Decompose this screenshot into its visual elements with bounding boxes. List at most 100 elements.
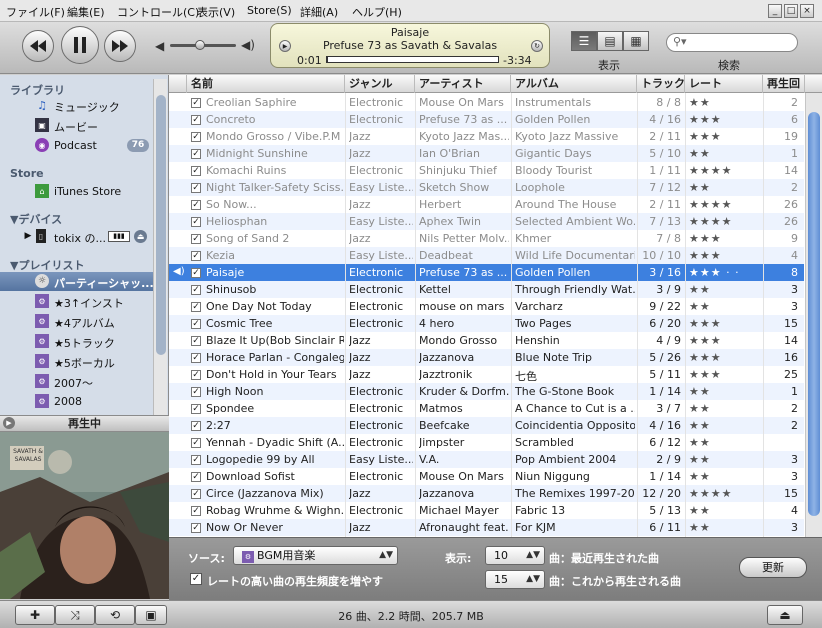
menu-help[interactable]: ヘルプ(H) [352,4,402,20]
table-row[interactable]: ✓ 2:27 Electronic Beefcake Coincidentia Oppo… [169,417,804,434]
track-checkbox[interactable]: ✓ [191,353,201,363]
view-list-button[interactable]: ☰ [571,31,597,51]
track-checkbox[interactable]: ✓ [191,183,201,193]
sidebar-item-smart-playlist[interactable]: ⚙ 2008 [0,392,154,411]
track-checkbox[interactable]: ✓ [191,115,201,125]
show-artwork-button[interactable]: ▣ [135,605,167,625]
sidebar-item-smart-playlist[interactable]: ⚙ ★5ボーカル [0,352,154,371]
track-checkbox[interactable]: ✓ [191,285,201,295]
track-checkbox[interactable]: ✓ [191,438,201,448]
table-row[interactable]: ✓ Download Sofist Electronic Mouse On Mars N… [169,468,804,485]
track-checkbox[interactable]: ✓ [191,217,201,227]
table-row[interactable]: ✓ Horace Parlan - Congalegra Jazz Jazzanova… [169,349,804,366]
track-checkbox[interactable]: ✓ [191,132,201,142]
rating-stars[interactable]: ★★ [689,436,761,450]
repeat-button[interactable]: ⟲ [95,605,135,625]
add-playlist-button[interactable]: ✚ [15,605,55,625]
track-checkbox[interactable]: ✓ [191,200,201,210]
track-checkbox[interactable]: ✓ [191,370,201,380]
table-row[interactable]: ✓ Midnight Sunshine Jazz Ian O'Brian Giganti… [169,145,804,162]
table-row[interactable]: ✓ Cosmic Tree Electronic 4 hero Two Pages 6 /… [169,315,804,332]
table-row[interactable]: ✓ Logopedie 99 by All Easy Liste... V.A. Pop… [169,451,804,468]
table-row[interactable]: ✓ So Now... Jazz Herbert Around The House 2 /… [169,196,804,213]
rating-stars[interactable]: ★★ [689,402,761,416]
rating-stars[interactable]: ★★★ [689,113,761,127]
track-checkbox[interactable]: ✓ [191,251,201,261]
now-playing-header[interactable]: ▶ 再生中 [0,415,169,432]
menu-advanced[interactable]: 詳細(A) [300,4,338,20]
track-checkbox[interactable]: ✓ [191,404,201,414]
rating-stars[interactable]: ★★ [689,96,761,110]
search-input[interactable]: ⚲▾ [666,33,798,52]
close-button[interactable]: × [800,4,814,18]
table-row[interactable]: ✓ Mondo Grosso / Vibe.P.M Jazz Kyoto Jazz M… [169,128,804,145]
table-row[interactable]: ✓ Shinusob Electronic Kettel Through Friendl… [169,281,804,298]
rating-stars[interactable]: ★★ [689,504,761,518]
sidebar-item-smart-playlist[interactable]: ⚙ ★4アルバム [0,312,154,331]
maximize-button[interactable]: □ [784,4,798,18]
rating-stars[interactable]: ★★★ [689,249,761,263]
volume-knob[interactable] [194,40,205,50]
album-artwork[interactable]: SAVATH & SAVALAS [0,432,169,599]
track-checkbox[interactable]: ✓ [191,336,201,346]
eject-button[interactable]: ⏏ [767,605,803,625]
track-checkbox[interactable]: ✓ [191,387,201,397]
track-checkbox[interactable]: ✓ [191,234,201,244]
rating-stars[interactable]: ★★★ [689,317,761,331]
track-checkbox[interactable]: ✓ [191,268,201,278]
table-row[interactable]: ✓ Now Or Never Jazz Afronaught feat. For KJM… [169,519,804,536]
sidebar-scroll-thumb[interactable] [156,95,166,355]
progress-bar[interactable] [326,56,499,63]
table-row[interactable]: ✓ High Noon Electronic Kruder & Dorfm... The… [169,383,804,400]
column-header-rating[interactable]: レート [685,75,763,93]
track-checkbox[interactable]: ✓ [191,302,201,312]
table-row[interactable]: ✓ Don't Hold in Your Tears Jazz Jazztronik 七… [169,366,804,383]
rating-stars[interactable]: ★★★ [689,351,761,365]
table-row[interactable]: ✓ Robag Wruhme & Wighn... Electronic Michae… [169,502,804,519]
rating-stars[interactable]: ★★★ [689,334,761,348]
artwork-toggle-icon[interactable]: ▶ [3,417,15,429]
table-row[interactable]: ✓ Concreto Electronic Prefuse 73 as ... Gold… [169,111,804,128]
rating-stars[interactable]: ★★★ [689,232,761,246]
disclosure-triangle-icon[interactable]: ▶ [21,229,35,243]
track-checkbox[interactable]: ✓ [191,506,201,516]
lcd-switch-icon[interactable]: ↻ [531,40,543,52]
table-row[interactable]: ✓ Komachi Ruins Electronic Shinjuku Thief Bl… [169,162,804,179]
column-header-name[interactable]: 名前 [187,75,345,93]
eject-icon[interactable]: ⏏ [134,230,147,243]
table-row[interactable]: ✓ Kezia Easy Liste... Deadbeat Wild Life Doc… [169,247,804,264]
recent-count-select[interactable]: 10 ▲▼ [485,546,545,565]
rating-stars[interactable]: ★★★ [689,130,761,144]
next-button[interactable] [104,30,136,62]
rating-stars[interactable]: ★★ [689,283,761,297]
track-checkbox[interactable]: ✓ [191,149,201,159]
column-header-album[interactable]: アルバム [511,75,637,93]
track-checkbox[interactable]: ✓ [191,455,201,465]
track-list-scroll-thumb[interactable] [808,112,820,516]
rating-stars[interactable]: ★★★★ [689,487,761,501]
track-checkbox[interactable]: ✓ [191,523,201,533]
table-row[interactable]: ✓ Heliosphan Easy Liste... Aphex Twin Select… [169,213,804,230]
shuffle-button[interactable]: ⤨ [55,605,95,625]
minimize-button[interactable]: _ [768,4,782,18]
column-header-track[interactable]: トラック [637,75,685,93]
rating-stars[interactable]: ★★ [689,147,761,161]
sidebar-item-smart-playlist[interactable]: ⚙ ★5トラック [0,332,154,351]
menu-edit[interactable]: 編集(E) [67,4,105,20]
sidebar-item-smart-playlist[interactable]: ⚙ ★3↑インスト [0,292,154,311]
column-header-index[interactable] [169,75,187,93]
table-row[interactable]: ✓ Creolian Saphire Electronic Mouse On Mars… [169,94,804,111]
table-row[interactable]: ✓ Night Talker-Safety Sciss... Easy Liste.… [169,179,804,196]
table-row[interactable]: ◀) ✓ Paisaje Electronic Prefuse 73 as ... Gol… [169,264,804,281]
menu-store[interactable]: Store(S) [247,4,292,17]
lcd-mode-icon[interactable]: ▶ [279,40,291,52]
column-header-plays[interactable]: 再生回 [763,75,805,93]
menu-controls[interactable]: コントロール(C) [117,4,199,20]
sidebar-item-movies[interactable]: ▣ ムービー [0,116,154,135]
track-checkbox[interactable]: ✓ [191,319,201,329]
table-row[interactable]: ✓ Blaze It Up(Bob Sinclair R... Jazz Mondo … [169,332,804,349]
rating-stars[interactable]: ★★★★ [689,215,761,229]
sidebar-item-music[interactable]: ♫ ミュージック [0,96,154,115]
track-checkbox[interactable]: ✓ [191,98,201,108]
rating-stars[interactable]: ★★★ · · [689,266,761,280]
